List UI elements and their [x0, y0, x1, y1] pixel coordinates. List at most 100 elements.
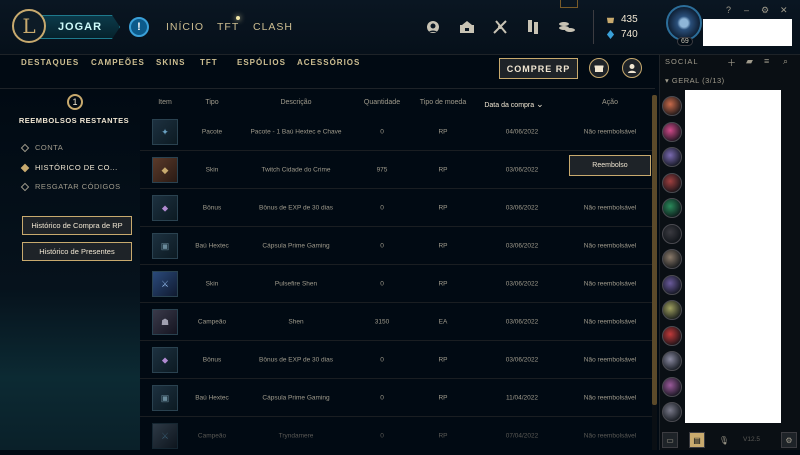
col-action: Ação	[602, 99, 618, 106]
row-action: Não reembolsável	[583, 394, 637, 401]
row-quantity: 3150	[374, 318, 390, 325]
diamond-icon	[20, 143, 30, 152]
col-description: Descrição	[280, 99, 312, 106]
gift-history-button[interactable]: Histórico de Presentes	[22, 242, 132, 261]
sidebar-item-redeem-codes[interactable]: RESGATAR CÓDIGOS	[20, 182, 121, 191]
table-row: ☗ Campeão Shen 3150 EA 03/06/2022 Não re…	[140, 303, 655, 341]
friend-avatar[interactable]	[662, 172, 682, 193]
version-label: V12.5	[743, 436, 760, 443]
sidebar-item-label: HISTÓRICO DE CO...	[35, 163, 118, 172]
search-icon[interactable]: ⌕	[783, 56, 788, 67]
friend-avatar[interactable]	[662, 300, 682, 320]
tab-featured[interactable]: DESTAQUES	[21, 58, 79, 67]
row-type: Bônus	[202, 204, 222, 211]
row-type: Campeão	[197, 432, 227, 440]
store-subnav: DESTAQUES CAMPEÕES SKINS TFT ESPÓLIOS AC…	[0, 55, 655, 89]
friend-avatar[interactable]	[662, 376, 682, 397]
row-type: Baú Hextec	[195, 394, 229, 401]
settings-icon[interactable]: ⚙	[761, 5, 769, 16]
store-caret	[560, 0, 578, 8]
friend-avatar[interactable]	[662, 96, 682, 116]
table-row: ⚔ Campeão Tryndamere 0 RP 07/04/2022 Não…	[140, 417, 655, 455]
help-icon[interactable]: ?	[726, 5, 731, 15]
friend-avatar[interactable]	[662, 249, 682, 269]
store-icon[interactable]	[558, 18, 576, 36]
alert-icon[interactable]: !	[129, 17, 149, 37]
row-quantity: 0	[380, 128, 384, 135]
level-badge: 69	[677, 37, 693, 46]
row-description: Bônus de EXP de 30 dias	[259, 356, 333, 363]
minimize-icon[interactable]: –	[744, 5, 749, 15]
list-icon[interactable]: ≡	[764, 56, 769, 66]
friend-group-header[interactable]: ▾ GERAL (3/13)	[665, 76, 725, 85]
nav-home[interactable]: INÍCIO	[166, 21, 204, 33]
buy-rp-button[interactable]: COMPRE RP	[499, 58, 578, 79]
add-friend-icon[interactable]: ＋	[727, 56, 736, 69]
help-icon[interactable]: ⚙	[781, 432, 797, 448]
row-action: Não reembolsável	[583, 318, 637, 325]
group-label: GERAL (3/13)	[671, 76, 725, 85]
gift-icon[interactable]	[589, 58, 609, 78]
item-thumbnail: ✦	[152, 119, 178, 145]
table-row: ▣ Baú Hextec Cápsula Prime Gaming 0 RP 1…	[140, 379, 655, 417]
chat-icon[interactable]: ▭	[662, 432, 678, 448]
tab-loot[interactable]: ESPÓLIOS	[237, 58, 286, 67]
row-quantity: 0	[380, 242, 384, 249]
loot-icon[interactable]	[491, 18, 509, 36]
friend-avatar[interactable]	[662, 351, 682, 371]
refund-title: REEMBOLSOS RESTANTES	[18, 116, 130, 125]
tab-accessories[interactable]: ACESSÓRIOS	[297, 58, 360, 67]
friend-avatar[interactable]	[662, 121, 682, 142]
col-date[interactable]: Data da compra ⌄	[484, 99, 543, 110]
friend-avatar[interactable]	[662, 402, 682, 422]
tab-champions[interactable]: CAMPEÕES	[91, 58, 145, 67]
sidebar-item-account[interactable]: CONTA	[20, 143, 63, 152]
missions-icon[interactable]: ▤	[689, 432, 705, 448]
clash-icon[interactable]	[524, 18, 542, 36]
tab-tft[interactable]: TFT	[200, 58, 218, 67]
item-thumbnail: ◆	[152, 157, 178, 183]
item-thumbnail: ▣	[152, 233, 178, 259]
row-quantity: 0	[380, 394, 384, 401]
row-action: Não reembolsável	[583, 204, 637, 211]
refund-count: 1	[67, 94, 83, 110]
scrollbar-thumb[interactable]	[652, 95, 657, 405]
friend-avatar[interactable]	[662, 325, 682, 346]
row-type: Baú Hextec	[195, 242, 229, 249]
play-button[interactable]: JOGAR	[40, 15, 120, 39]
tab-skins[interactable]: SKINS	[156, 58, 185, 67]
row-date: 04/06/2022	[505, 128, 539, 135]
close-icon[interactable]: ✕	[780, 5, 788, 16]
table-row: ⬥ Bônus Bônus de EXP de 30 dias 0 RP 03/…	[140, 341, 655, 379]
row-type: Skin	[205, 166, 219, 173]
friend-avatar[interactable]	[662, 223, 682, 244]
table-header: Item Tipo Descrição Quantidade Tipo de m…	[140, 89, 655, 114]
collection-icon[interactable]	[458, 18, 476, 36]
friend-avatar[interactable]	[662, 274, 682, 295]
nav-clash[interactable]: CLASH	[253, 21, 293, 33]
col-currency: Tipo de moeda	[419, 99, 467, 106]
table-row: ◆ Skin Twitch Cidade do Crime 975 RP 03/…	[140, 151, 655, 189]
sidebar-item-purchase-history[interactable]: HISTÓRICO DE CO...	[20, 163, 118, 172]
row-currency: RP	[438, 128, 448, 135]
nav-tft[interactable]: TFT	[217, 21, 239, 33]
row-quantity: 0	[380, 204, 384, 211]
mic-icon[interactable]: 🎙	[716, 432, 732, 448]
table-row: ✦ Pacote Pacote - 1 Baú Hextec e Chave 0…	[140, 113, 655, 151]
row-date: 11/04/2022	[505, 394, 539, 401]
avatar[interactable]	[666, 5, 702, 41]
row-description: Cápsula Prime Gaming	[262, 242, 330, 249]
folder-icon[interactable]: ▰	[746, 56, 753, 67]
profile-icon[interactable]	[424, 18, 442, 36]
account-icon[interactable]	[622, 58, 642, 78]
row-currency: RP	[438, 204, 448, 211]
league-logo[interactable]: L	[12, 9, 46, 43]
friend-avatar[interactable]	[662, 198, 682, 218]
sidebar-item-label: RESGATAR CÓDIGOS	[35, 182, 121, 191]
refund-button[interactable]: Reembolso	[569, 155, 651, 176]
friend-avatar[interactable]	[662, 147, 682, 167]
rp-purchase-history-button[interactable]: Histórico de Compra de RP	[22, 216, 132, 235]
row-action: Não reembolsável	[583, 356, 637, 363]
rp-icon	[606, 17, 615, 24]
account-sidebar: 1 REEMBOLSOS RESTANTES CONTA HISTÓRICO D…	[0, 89, 140, 450]
